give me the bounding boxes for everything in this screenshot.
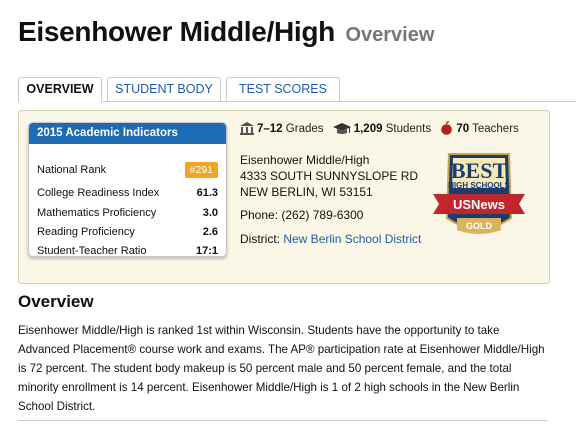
students-stat: 1,209 Students — [332, 122, 432, 135]
teachers-stat: 70 Teachers — [440, 120, 519, 135]
district-line: District: New Berlin School District — [240, 232, 421, 246]
tab-test-scores[interactable]: TEST SCORES — [226, 77, 340, 101]
indicator-row-reading: Reading Proficiency 2.6 — [37, 224, 218, 242]
indicator-value: 61.3 — [196, 187, 218, 199]
best-high-schools-badge: BEST HIGH SCHOOLS USNews GOLD — [433, 153, 525, 234]
page-subtitle: Overview — [345, 24, 435, 46]
grades-stat: 7–12 Grades — [240, 122, 324, 135]
tab-overview[interactable]: OVERVIEW — [18, 77, 102, 102]
indicator-value: 2.6 — [202, 226, 218, 238]
graduation-cap-icon — [332, 123, 351, 134]
indicator-label: Mathematics Proficiency — [37, 207, 157, 219]
page-header: Eisenhower Middle/High Overview — [18, 16, 434, 48]
indicator-label: College Readiness Index — [37, 187, 160, 199]
district-label: District: — [240, 232, 280, 246]
school-address: Eisenhower Middle/High 4333 SOUTH SUNNYS… — [240, 152, 418, 200]
grades-value: 7–12 — [257, 123, 283, 135]
district-link[interactable]: New Berlin School District — [283, 232, 421, 246]
page-title: Eisenhower Middle/High — [18, 16, 335, 47]
indicator-row-college-readiness: College Readiness Index 61.3 — [37, 185, 218, 203]
tab-student-body[interactable]: STUDENT BODY — [107, 77, 221, 101]
school-name: Eisenhower Middle/High — [240, 153, 370, 167]
school-stats: 7–12 Grades 1,209 Students 70 Teachers — [240, 120, 525, 135]
academic-indicators-heading: 2015 Academic Indicators — [29, 123, 226, 144]
grades-label: Grades — [285, 123, 324, 135]
city-state-zip: NEW BERLIN, WI 53151 — [240, 185, 373, 199]
badge-usnews-text: USNews — [453, 197, 505, 212]
indicator-row-math: Mathematics Proficiency 3.0 — [37, 205, 218, 223]
apple-icon — [441, 120, 453, 135]
overview-body: Eisenhower Middle/High is ranked 1st wit… — [18, 324, 545, 413]
indicator-value: 17:1 — [195, 245, 218, 257]
street-address: 4333 SOUTH SUNNYSLOPE RD — [240, 169, 419, 183]
badge-best-text: BEST — [451, 158, 508, 183]
overview-heading: Overview — [18, 292, 94, 311]
teachers-label: Teachers — [472, 123, 519, 135]
school-summary-panel: 2015 Academic Indicators National Rank #… — [18, 110, 550, 284]
divider — [18, 420, 548, 421]
indicator-value: 3.0 — [202, 207, 218, 219]
tab-bar: OVERVIEW STUDENT BODY TEST SCORES — [18, 77, 576, 102]
badge-gold-text: GOLD — [466, 221, 492, 231]
students-label: Students — [385, 123, 432, 135]
national-rank-badge: #291 — [184, 162, 218, 178]
building-icon — [240, 122, 254, 135]
indicator-label: National Rank — [37, 164, 107, 176]
academic-indicators-box: 2015 Academic Indicators National Rank #… — [28, 122, 227, 257]
indicator-row-ratio: Student-Teacher Ratio 17:1 — [37, 243, 218, 257]
indicator-label: Reading Proficiency — [37, 226, 135, 238]
badge-high-schools-text: HIGH SCHOOLS — [448, 181, 510, 190]
students-value: 1,209 — [353, 123, 383, 135]
teachers-value: 70 — [456, 123, 470, 135]
phone-number: Phone: (262) 789-6300 — [240, 208, 364, 222]
indicator-label: Student-Teacher Ratio — [37, 245, 147, 257]
indicator-row-national-rank: National Rank #291 — [37, 162, 218, 180]
